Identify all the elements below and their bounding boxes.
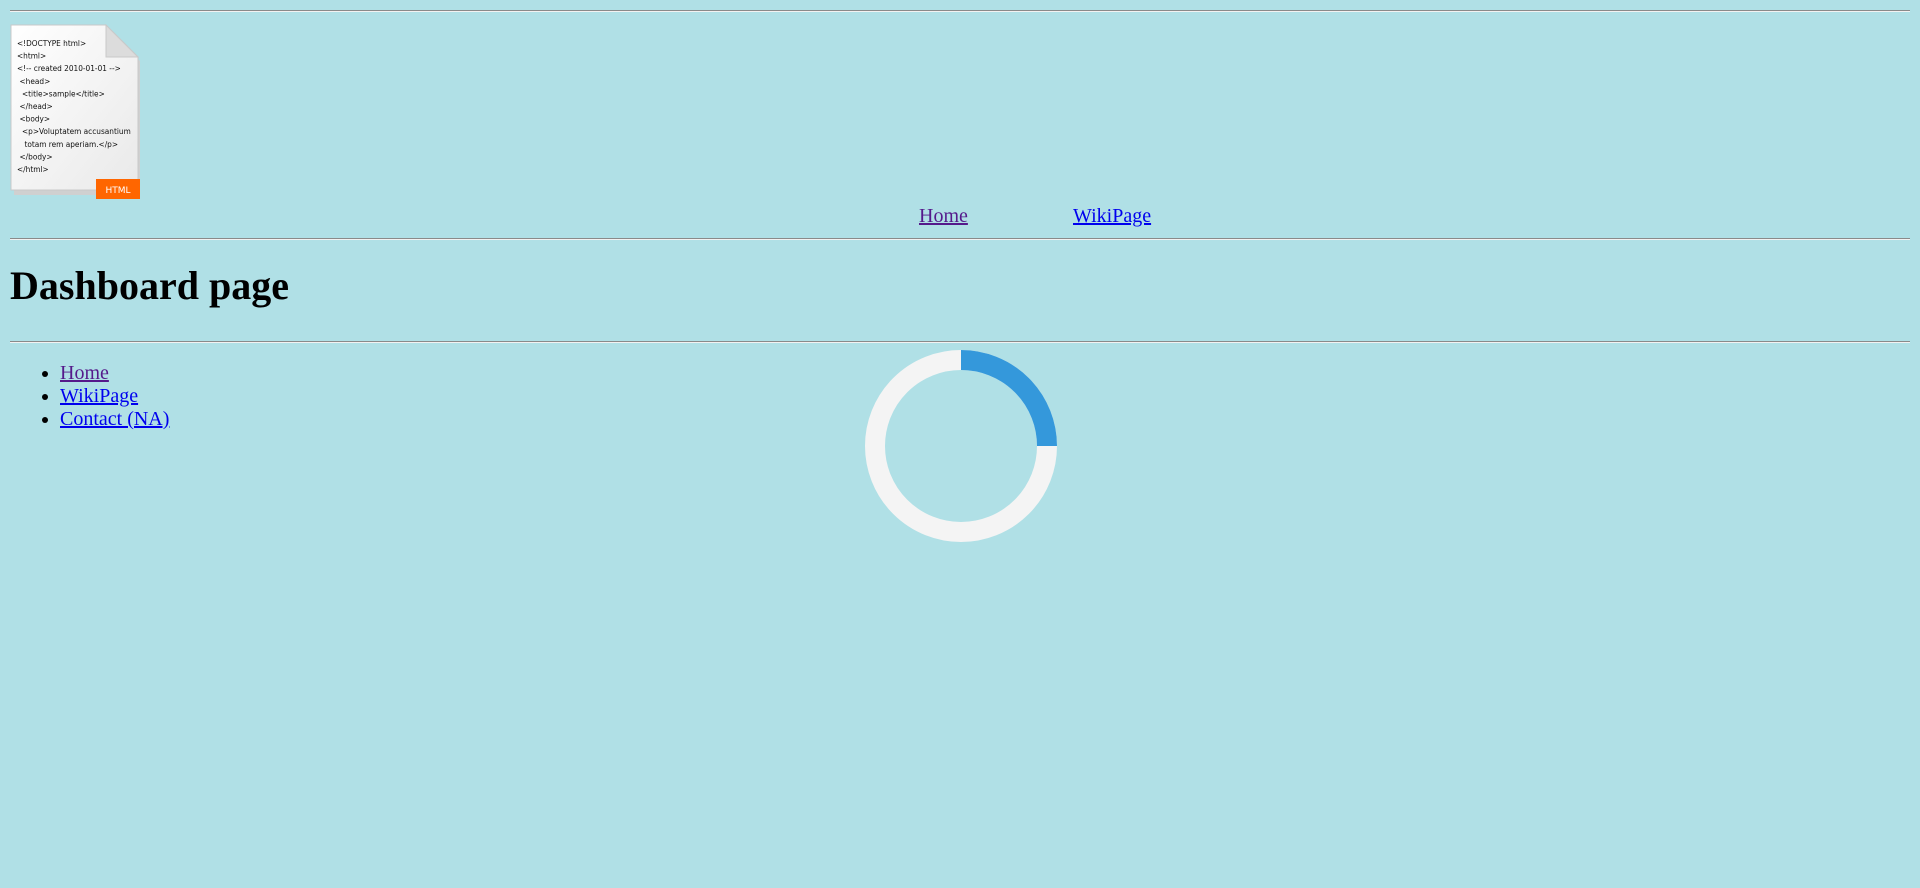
logo-code-line: <!DOCTYPE html> (17, 38, 86, 48)
topnav-link-home[interactable]: Home (919, 205, 968, 228)
logo-code-line: <title>sample</title> (22, 88, 105, 98)
loading-spinner-icon (865, 350, 1057, 542)
logo-code-line: <p>Voluptatem accusantium (22, 126, 131, 136)
html-badge-label: HTML (105, 186, 130, 196)
html-file-logo: <!DOCTYPE html> <html> <!-- created 2010-0… (10, 24, 140, 199)
logo-code-line: </html> (17, 164, 49, 174)
logo-code-line: <html> (17, 51, 46, 61)
title-divider (10, 341, 1910, 343)
sidenav-link-wikipage[interactable]: WikiPage (60, 385, 138, 407)
top-divider (10, 10, 1910, 12)
topnav-link-wikipage[interactable]: WikiPage (1073, 205, 1151, 228)
list-item: Contact (NA) (60, 408, 169, 431)
logo-code-line: </head> (20, 101, 53, 111)
header-divider (10, 238, 1910, 240)
page-title: Dashboard page (10, 263, 289, 308)
list-item: Home (60, 362, 169, 385)
side-navigation: Home WikiPage Contact (NA) (10, 362, 169, 431)
logo-code-line: <body> (20, 114, 51, 124)
logo-code-line: totam rem aperiam.</p> (25, 139, 119, 149)
logo-code-line: <!-- created 2010-01-01 --> (17, 63, 121, 73)
sidenav-link-contact[interactable]: Contact (NA) (60, 408, 169, 430)
logo-code-line: <head> (20, 76, 51, 86)
list-item: WikiPage (60, 385, 169, 408)
top-navigation: Home WikiPage (0, 205, 1920, 231)
sidenav-link-home[interactable]: Home (60, 362, 109, 384)
logo-code-line: </body> (20, 151, 53, 161)
